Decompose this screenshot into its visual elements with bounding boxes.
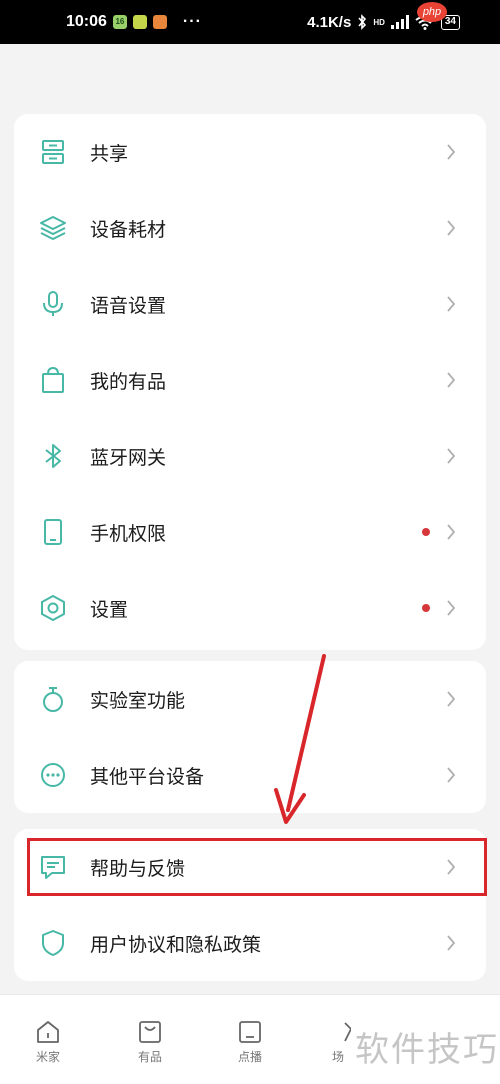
phone-icon — [38, 517, 68, 547]
nav-item-broadcast[interactable]: 点播 — [220, 1019, 280, 1065]
shopping-icon — [139, 1021, 161, 1043]
nav-label: 米家 — [35, 1050, 60, 1064]
signal-icon — [390, 15, 409, 29]
share-icon — [38, 137, 68, 167]
watermark-text: 软件技巧 — [355, 1030, 499, 1070]
microphone-icon — [38, 289, 68, 319]
menu-item-bluetooth-gateway[interactable]: 蓝牙网关 — [14, 418, 486, 494]
menu-label: 其他平台设备 — [90, 765, 205, 788]
menu-item-phone-permissions[interactable]: 手机权限 — [14, 494, 486, 570]
bluetooth-icon — [38, 441, 68, 471]
chevron-right-icon — [447, 935, 456, 951]
menu-item-share[interactable]: 共享 — [14, 114, 486, 190]
shopping-bag-icon — [38, 365, 68, 395]
menu-label: 共享 — [90, 142, 129, 165]
annotation-arrow — [274, 654, 326, 824]
more-circle-icon — [38, 760, 68, 790]
app-notification-icon-2 — [152, 15, 167, 29]
menu-item-consumables[interactable]: 设备耗材 — [14, 190, 486, 266]
menu-card-help: 帮助与反馈 用户协议和隐私政策 — [14, 829, 486, 981]
layers-icon — [38, 213, 68, 243]
status-time: 10:06 — [66, 13, 107, 30]
settings-hexagon-icon — [38, 593, 68, 623]
notification-dot — [422, 604, 430, 612]
menu-label: 蓝牙网关 — [90, 446, 167, 469]
notification-dot — [422, 528, 430, 536]
scene-icon — [344, 1022, 351, 1042]
nav-label: 场 — [331, 1050, 344, 1064]
nav-item-youpin[interactable]: 有品 — [120, 1019, 180, 1065]
feedback-icon — [38, 852, 68, 882]
notification-badge-icon: 16 — [112, 15, 127, 29]
menu-label: 语音设置 — [90, 294, 167, 317]
nav-item-home[interactable]: 米家 — [18, 1019, 78, 1065]
menu-label: 实验室功能 — [90, 689, 186, 712]
chevron-right-icon — [447, 296, 456, 312]
chevron-right-icon — [447, 524, 456, 540]
nav-label: 有品 — [137, 1050, 162, 1064]
chevron-right-icon — [447, 691, 456, 707]
menu-label: 手机权限 — [90, 522, 167, 545]
chevron-right-icon — [447, 600, 456, 616]
menu-label: 用户协议和隐私政策 — [90, 933, 262, 956]
tablet-icon — [239, 1021, 261, 1043]
chevron-right-icon — [447, 767, 456, 783]
chevron-right-icon — [447, 220, 456, 236]
menu-label: 我的有品 — [90, 370, 167, 393]
menu-item-other-platforms[interactable]: 其他平台设备 — [14, 737, 486, 813]
menu-item-voice-settings[interactable]: 语音设置 — [14, 266, 486, 342]
menu-item-settings[interactable]: 设置 — [14, 570, 486, 646]
menu-item-help-feedback[interactable]: 帮助与反馈 — [14, 829, 486, 905]
home-icon — [37, 1021, 59, 1043]
menu-label: 设备耗材 — [90, 218, 167, 241]
flask-icon — [38, 684, 68, 714]
chevron-right-icon — [447, 448, 456, 464]
status-left: 10:06 16 ··· — [66, 13, 202, 31]
chevron-right-icon — [447, 144, 456, 160]
chevron-right-icon — [447, 859, 456, 875]
shield-icon — [38, 928, 68, 958]
nav-label: 点播 — [237, 1050, 262, 1064]
bluetooth-status-icon — [358, 14, 367, 30]
menu-item-privacy-policy[interactable]: 用户协议和隐私政策 — [14, 905, 486, 981]
more-notifications-icon: ··· — [182, 13, 202, 30]
nav-item-scene[interactable]: 场 — [318, 1019, 358, 1065]
app-notification-icon — [132, 15, 147, 29]
menu-card-labs: 实验室功能 其他平台设备 — [14, 661, 486, 813]
menu-card-main: 共享 设备耗材 语音设置 我的有品 蓝牙网关 手机权限 设置 — [14, 114, 486, 650]
menu-label: 帮助与反馈 — [90, 857, 186, 880]
menu-item-labs[interactable]: 实验室功能 — [14, 661, 486, 737]
network-speed: 4.1K/s — [307, 13, 352, 31]
php-logo: php — [417, 2, 447, 22]
chevron-right-icon — [447, 372, 456, 388]
menu-item-youpin[interactable]: 我的有品 — [14, 342, 486, 418]
hd-tag: HD — [373, 17, 385, 27]
menu-label: 设置 — [90, 598, 129, 621]
